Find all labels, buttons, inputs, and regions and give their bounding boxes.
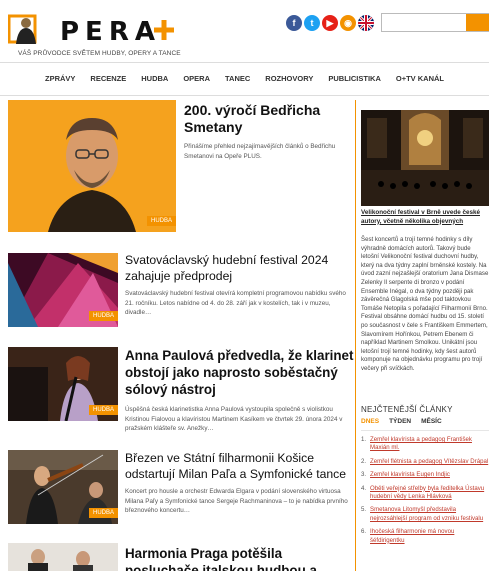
rss-icon[interactable]: ◉ [340,15,356,31]
nav-item-6[interactable]: PUBLICISTIKA [328,70,381,88]
popular-article-link[interactable]: Zemřel klavírista Eugen Indjic [370,471,450,479]
page: PERA VÁŠ PRŮVODCE SVĚTEM HUDBY, OPERY A … [0,0,489,571]
category-badge[interactable]: HUDBA [146,216,176,226]
nav-item-4[interactable]: TANEC [225,70,250,88]
church-concert-icon [361,110,489,206]
list-item: 4. Oběti veřejné střelby byla ředitelka Ú… [361,485,489,502]
uk-flag-icon[interactable] [358,15,374,31]
sidebar-divider [355,100,356,571]
list-item-number: 2. [361,457,367,465]
main-nav: ZPRÁVY RECENZE HUDBA OPERA TANEC ROZHOVORY PUB… [0,70,489,88]
smetana-portrait-icon [8,100,176,232]
sidebar-feature-text: Šest koncertů a trojí temné hodinky s dí… [361,236,489,372]
sidebar-feature-title[interactable]: Velikonoční festival v Brně uvede české … [361,209,489,226]
nav-divider-bottom [0,95,489,96]
popular-tabs: DNES TÝDEN MĚSÍC [361,418,442,427]
concert-photo-icon [8,543,118,571]
article-4-image[interactable]: HUDBA [8,450,118,524]
search-button[interactable] [466,14,489,31]
opera-plus-logo[interactable]: PERA [8,14,188,46]
tabs-divider [361,430,489,431]
article-2-image[interactable]: HUDBA [8,253,118,327]
logo-text: PERA [60,17,161,46]
list-item-number: 5. [361,506,367,514]
popular-article-link[interactable]: Oběti veřejné střelby byla ředitelka Úst… [370,485,489,502]
nav-item-1[interactable]: RECENZE [90,70,126,88]
article-3-title[interactable]: Anna Paulová předvedla, že klarinet obst… [125,347,355,398]
article-2-title[interactable]: Svatováclavský hudební festival 2024 zah… [125,253,350,284]
nav-item-0[interactable]: ZPRÁVY [45,70,75,88]
sidebar-feature-image[interactable] [361,110,489,206]
nav-item-7[interactable]: O+TV KANÁL [396,70,444,88]
article-4-text: Koncert pro housle a orchestr Edwarda El… [125,488,348,515]
category-badge[interactable]: HUDBA [88,405,118,415]
list-item-number: 6. [361,528,367,536]
facebook-icon[interactable]: f [286,15,302,31]
logo-tagline: VÁŠ PRŮVODCE SVĚTEM HUDBY, OPERY A TANCE [18,50,181,57]
popular-article-link[interactable]: Zemřel flétnista a pedagog Vítězslav Drá… [370,458,488,466]
category-badge[interactable]: HUDBA [88,508,118,518]
article-2-text: Svatováclavský hudební festival otevírá … [125,290,346,317]
nav-item-5[interactable]: ROZHOVORY [265,70,313,88]
list-item-number: 3. [361,471,367,479]
article-3-image[interactable]: HUDBA [8,347,118,421]
youtube-icon[interactable]: ▶ [322,15,338,31]
popular-heading: NEJČTENĚJŠÍ ČLÁNKY [361,405,453,414]
article-5-image[interactable] [8,543,118,571]
article-1-image[interactable]: HUDBA [8,100,176,232]
list-item-number: 4. [361,484,367,492]
list-item: 5. Smetanova Litomyšl představila nejrozs… [361,506,489,523]
nav-item-2[interactable]: HUDBA [141,70,168,88]
tab-2[interactable]: MĚSÍC [421,418,442,427]
popular-article-link[interactable]: Ihočeská filharmonie má novou šéfdirigen… [370,528,489,545]
list-item: 6. Ihočeská filharmonie má novou šéfdirig… [361,528,489,545]
article-1-text: Přinášíme přehled nejzajímavějších článk… [184,143,336,160]
popular-article-link[interactable]: Smetanova Litomyšl představila nejrozsáh… [370,506,489,523]
article-3-text: Úspěšná česká klarinetistka Anna Paulová… [125,406,343,433]
tab-1[interactable]: TÝDEN [389,418,411,427]
list-item: 3. Zemřel klavírista Eugen Indjic [361,471,489,479]
list-item: 2. Zemřel flétnista a pedagog Vítězslav D… [361,458,489,466]
tab-0[interactable]: DNES [361,418,379,427]
twitter-icon[interactable]: t [304,15,320,31]
list-item-number: 1. [361,436,367,443]
popular-article-link[interactable]: Zemřel klavírista a pedagog František Ma… [370,436,489,453]
article-5-title[interactable]: Harmonia Praga potěšila posluchače itals… [125,545,355,571]
article-4-title[interactable]: Březen ve Státní filharmonii Košice odst… [125,450,355,482]
list-item: 1. Zemřel klavírista a pedagog František … [361,436,489,453]
popular-list: 1. Zemřel klavírista a pedagog František … [361,436,489,550]
social-links: f t ▶ ◉ [286,15,374,31]
nav-divider-top [0,62,489,63]
category-badge[interactable]: HUDBA [88,311,118,321]
nav-item-3[interactable]: OPERA [183,70,210,88]
article-1-title[interactable]: 200. výročí Bedřicha Smetany [184,102,349,136]
